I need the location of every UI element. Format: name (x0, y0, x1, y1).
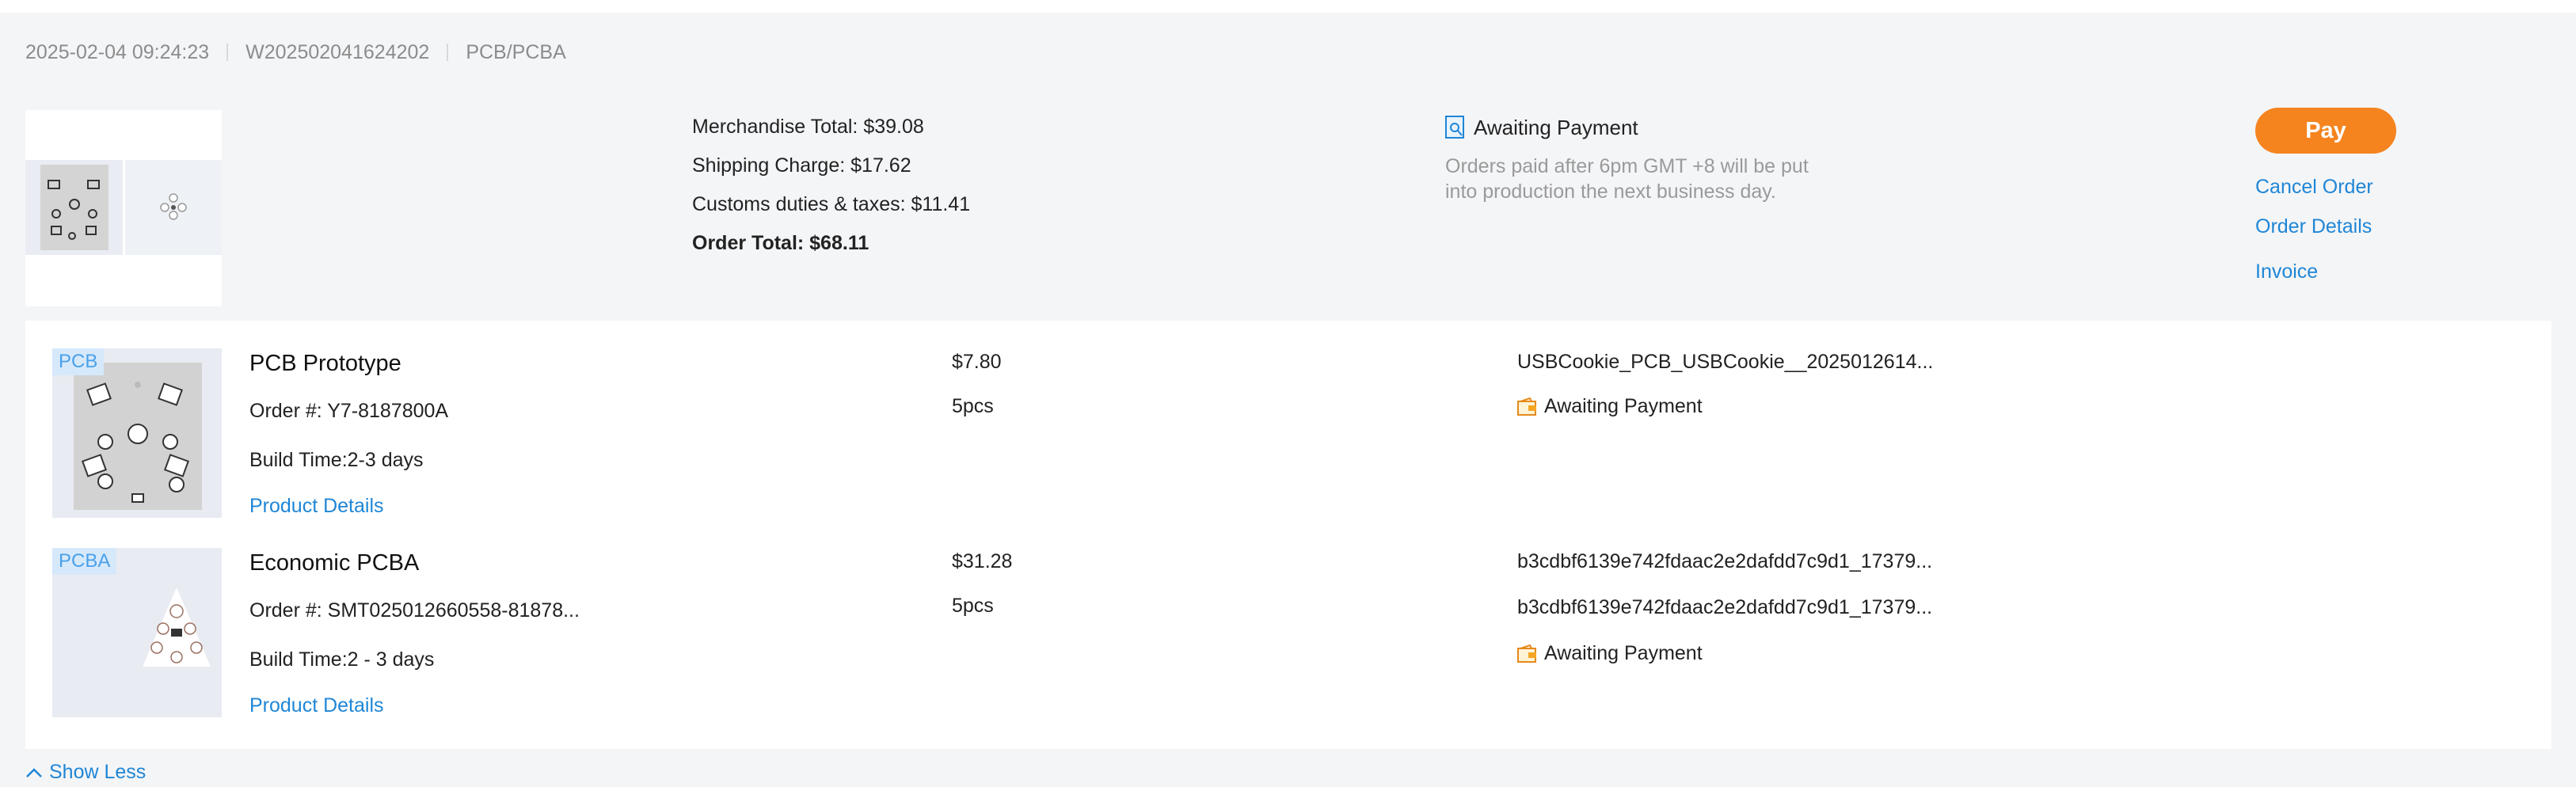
product-build-time: Build Time:2-3 days (249, 449, 424, 471)
payment-note: Orders paid after 6pm GMT +8 will be put… (1445, 155, 1809, 203)
product-tag: PCBA (52, 548, 117, 575)
customs-duties: Customs duties & taxes: $11.41 (692, 193, 971, 215)
order-totals: Merchandise Total: $39.08 Shipping Charg… (692, 108, 970, 263)
order-datetime: 2025-02-04 09:24:23 (25, 40, 210, 63)
product-file-name-secondary[interactable]: b3cdbf6139e742fdaac2e2dafdd7c9d1_17379..… (1517, 596, 1932, 619)
order-total: Order Total: $68.11 (692, 232, 869, 254)
order-thumbnails (25, 110, 222, 306)
order-actions: Pay Cancel Order Order Details Invoice (2255, 108, 2396, 283)
cancel-order-link[interactable]: Cancel Order (2255, 176, 2373, 199)
order-category: PCB/PCBA (466, 40, 566, 63)
order-status: Awaiting Payment Orders paid after 6pm G… (1445, 108, 1817, 204)
product-image[interactable]: PCBA (52, 548, 222, 717)
show-less-label: Show Less (49, 761, 146, 783)
product-quantity: 5pcs (952, 395, 994, 417)
product-file-name[interactable]: b3cdbf6139e742fdaac2e2dafdd7c9d1_17379..… (1517, 550, 1932, 573)
order-items: PCB PCB Prototype Order #: Y7-8187800A B… (25, 321, 2551, 749)
order-id: W202502041624202 (245, 40, 430, 63)
pay-button[interactable]: Pay (2255, 108, 2396, 154)
list-item: PCB PCB Prototype Order #: Y7-8187800A B… (25, 321, 2551, 519)
status-text: Awaiting Payment (1474, 115, 1638, 139)
divider (226, 44, 229, 61)
chevron-up-icon (26, 767, 42, 777)
product-image[interactable]: PCB (52, 348, 222, 518)
product-name: Economic PCBA (249, 550, 420, 576)
order-page: 2025-02-04 09:24:23 W202502041624202 PCB… (0, 0, 2576, 787)
product-details-link[interactable]: Product Details (249, 495, 384, 518)
order-summary: Merchandise Total: $39.08 Shipping Charg… (25, 97, 2551, 306)
divider (447, 44, 449, 61)
product-build-time: Build Time:2 - 3 days (249, 648, 435, 671)
invoice-link[interactable]: Invoice (2255, 260, 2318, 283)
product-price: $7.80 (952, 351, 1002, 373)
product-details-link[interactable]: Product Details (249, 694, 384, 717)
product-tag: PCB (52, 348, 105, 375)
pcb-thumbnail[interactable] (25, 160, 123, 255)
product-name: PCB Prototype (249, 351, 401, 376)
product-status: Awaiting Payment (1517, 642, 1703, 665)
wallet-icon (1517, 397, 1536, 416)
show-less-toggle[interactable]: Show Less (25, 761, 146, 784)
product-status-text: Awaiting Payment (1544, 395, 1703, 417)
shipping-charge: Shipping Charge: $17.62 (692, 154, 911, 177)
product-file-name[interactable]: USBCookie_PCB_USBCookie__2025012614... (1517, 351, 1933, 374)
order-header: 2025-02-04 09:24:23 W202502041624202 PCB… (25, 29, 566, 76)
order-card: 2025-02-04 09:24:23 W202502041624202 PCB… (0, 13, 2576, 787)
product-status-text: Awaiting Payment (1544, 642, 1703, 664)
list-item: PCBA Economic PCBA Order #: SMT025012660… (25, 520, 2551, 718)
product-order-number: Order #: SMT025012660558-81878... (249, 599, 580, 622)
pcba-thumbnail[interactable] (125, 160, 222, 255)
product-order-number: Order #: Y7-8187800A (249, 400, 449, 422)
merchandise-total: Merchandise Total: $39.08 (692, 116, 924, 138)
order-details-link[interactable]: Order Details (2255, 215, 2372, 238)
search-document-icon (1445, 116, 1464, 139)
status-row: Awaiting Payment (1445, 108, 1817, 147)
product-status: Awaiting Payment (1517, 395, 1703, 418)
wallet-icon (1517, 644, 1536, 663)
product-quantity: 5pcs (952, 595, 994, 617)
product-price: $31.28 (952, 550, 1013, 572)
